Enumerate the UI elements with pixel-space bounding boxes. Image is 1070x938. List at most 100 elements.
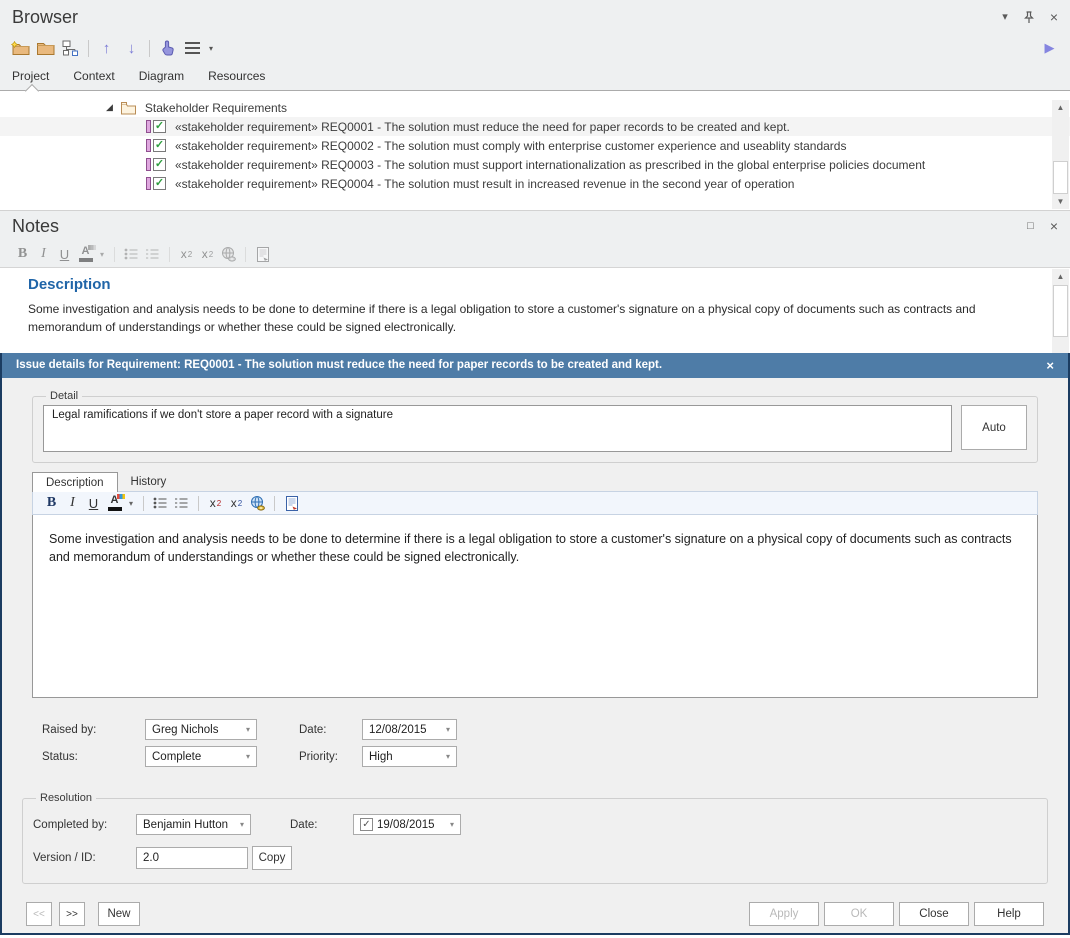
tree-item-label: «stakeholder requirement» REQ0001 - The …	[175, 120, 790, 134]
numbered-list-icon[interactable]	[142, 244, 163, 264]
numbered-list-icon[interactable]	[171, 493, 192, 513]
copy-button[interactable]: Copy	[252, 846, 292, 870]
subscript-icon[interactable]: x2	[226, 493, 247, 513]
bold-icon[interactable]: B	[41, 493, 62, 513]
panel-menu-chevron-icon[interactable]: ▾	[1002, 12, 1008, 23]
date-select[interactable]: 12/08/2015 ▾	[362, 719, 457, 740]
priority-select[interactable]: High ▾	[362, 746, 457, 767]
package-folder-icon	[120, 101, 137, 115]
close-button[interactable]: Close	[899, 902, 969, 926]
move-up-icon[interactable]: ↑	[94, 37, 119, 59]
tab-context[interactable]: Context	[73, 69, 114, 83]
scrollbar-track[interactable]	[1052, 115, 1069, 194]
hamburger-dropdown-icon[interactable]: ▾	[209, 44, 213, 53]
browser-window-controls: ▾ ×	[1002, 10, 1058, 24]
bullet-list-icon[interactable]	[150, 493, 171, 513]
tree-item-req0002[interactable]: ✓ «stakeholder requirement» REQ0002 - Th…	[0, 136, 1070, 155]
detail-group-label: Detail	[46, 390, 82, 402]
tab-project[interactable]: Project	[12, 69, 49, 83]
status-label: Status:	[42, 751, 145, 763]
date-checkbox[interactable]: ✓	[360, 818, 373, 831]
bold-icon[interactable]: B	[12, 244, 33, 264]
toolbar-separator	[88, 40, 89, 57]
requirement-icon: ✓	[146, 120, 166, 133]
auto-button[interactable]: Auto	[961, 405, 1027, 450]
element-notes-icon[interactable]	[252, 244, 273, 264]
tree-folder-row[interactable]: ◢ Stakeholder Requirements	[0, 98, 1070, 117]
dialog-titlebar: Issue details for Requirement: REQ0001 -…	[2, 352, 1068, 378]
collapse-triangle-icon[interactable]: ◢	[106, 102, 113, 113]
notes-window-controls: □ ×	[1027, 219, 1058, 233]
completed-by-label: Completed by:	[33, 819, 136, 831]
ok-button[interactable]: OK	[824, 902, 894, 926]
description-editor[interactable]: Some investigation and analysis needs to…	[32, 515, 1038, 698]
font-color-icon[interactable]: A	[104, 493, 125, 513]
resolution-date-select[interactable]: ✓ 19/08/2015 ▾	[353, 814, 461, 835]
description-format-toolbar: B I U A ▾ x2 x2	[32, 491, 1038, 515]
notes-scrollbar[interactable]: ▲	[1052, 269, 1069, 353]
tab-resources[interactable]: Resources	[208, 69, 265, 83]
issue-fields: Raised by: Greg Nichols ▾ Date: 12/08/20…	[42, 719, 1048, 767]
browser-panel: Browser ▾ × ↑ ↓ ▾ ▶ Project C	[0, 0, 1070, 210]
close-icon[interactable]: ×	[1050, 219, 1058, 233]
browser-toolbar: ↑ ↓ ▾ ▶	[0, 34, 1070, 62]
new-button[interactable]: New	[98, 902, 140, 926]
tab-diagram[interactable]: Diagram	[139, 69, 184, 83]
font-color-dropdown-icon[interactable]: ▾	[125, 493, 137, 513]
notes-content[interactable]: Description Some investigation and analy…	[0, 267, 1070, 353]
tab-description[interactable]: Description	[32, 472, 118, 492]
help-button[interactable]: Help	[974, 902, 1044, 926]
locate-hand-icon[interactable]	[155, 37, 180, 59]
tree-item-req0001[interactable]: ✓ «stakeholder requirement» REQ0001 - Th…	[0, 117, 1070, 136]
scroll-up-icon[interactable]: ▲	[1052, 269, 1069, 284]
hyperlink-globe-icon[interactable]	[247, 493, 268, 513]
folder-icon[interactable]	[33, 37, 58, 59]
hyperlink-globe-icon[interactable]	[218, 244, 239, 264]
scroll-down-icon[interactable]: ▼	[1052, 194, 1069, 209]
scroll-up-icon[interactable]: ▲	[1052, 100, 1069, 115]
font-color-icon[interactable]: A	[75, 244, 96, 264]
apply-button[interactable]: Apply	[749, 902, 819, 926]
font-color-dropdown-icon[interactable]: ▾	[96, 244, 108, 264]
issue-detail-input[interactable]: Legal ramifications if we don't store a …	[43, 405, 952, 452]
new-model-folder-icon[interactable]	[8, 37, 33, 59]
chevron-down-icon: ▾	[246, 752, 250, 761]
maximize-icon[interactable]: □	[1027, 221, 1034, 232]
close-icon[interactable]: ×	[1050, 10, 1058, 24]
italic-icon[interactable]: I	[33, 244, 54, 264]
tree-item-req0003[interactable]: ✓ «stakeholder requirement» REQ0003 - Th…	[0, 155, 1070, 174]
raised-by-select[interactable]: Greg Nichols ▾	[145, 719, 257, 740]
chevron-down-icon: ▾	[446, 752, 450, 761]
hamburger-menu-icon[interactable]	[180, 37, 205, 59]
completed-by-select[interactable]: Benjamin Hutton ▾	[136, 814, 251, 835]
previous-issue-button[interactable]: <<	[26, 902, 52, 926]
underline-icon[interactable]: U	[83, 493, 104, 513]
notes-panel: Notes □ × B I U A ▾ x2 x2	[0, 210, 1070, 352]
superscript-icon[interactable]: x2	[205, 493, 226, 513]
move-down-icon[interactable]: ↓	[119, 37, 144, 59]
scrollbar-track[interactable]	[1052, 284, 1069, 353]
tab-history[interactable]: History	[118, 472, 180, 491]
italic-icon[interactable]: I	[62, 493, 83, 513]
tree-scrollbar[interactable]: ▲ ▼	[1052, 100, 1069, 209]
bullet-list-icon[interactable]	[121, 244, 142, 264]
superscript-icon[interactable]: x2	[176, 244, 197, 264]
underline-icon[interactable]: U	[54, 244, 75, 264]
resolution-group: Resolution Completed by: Benjamin Hutton…	[22, 792, 1048, 884]
dialog-close-icon[interactable]: ×	[1046, 358, 1054, 373]
toolbar-separator	[149, 40, 150, 57]
scrollbar-thumb[interactable]	[1053, 161, 1068, 194]
hamburger-bars	[185, 47, 200, 50]
next-issue-button[interactable]: >>	[59, 902, 85, 926]
pin-icon[interactable]	[1024, 11, 1034, 24]
tree-folder-label: Stakeholder Requirements	[145, 101, 287, 115]
status-select[interactable]: Complete ▾	[145, 746, 257, 767]
tree-item-req0004[interactable]: ✓ «stakeholder requirement» REQ0004 - Th…	[0, 174, 1070, 193]
version-id-input[interactable]: 2.0	[136, 847, 248, 869]
subscript-icon[interactable]: x2	[197, 244, 218, 264]
expand-toolbar-icon[interactable]: ▶	[1037, 37, 1062, 59]
element-notes-icon[interactable]	[281, 493, 302, 513]
scrollbar-thumb[interactable]	[1053, 285, 1068, 337]
diagram-icon[interactable]	[58, 37, 83, 59]
chevron-down-icon: ▾	[240, 820, 244, 829]
